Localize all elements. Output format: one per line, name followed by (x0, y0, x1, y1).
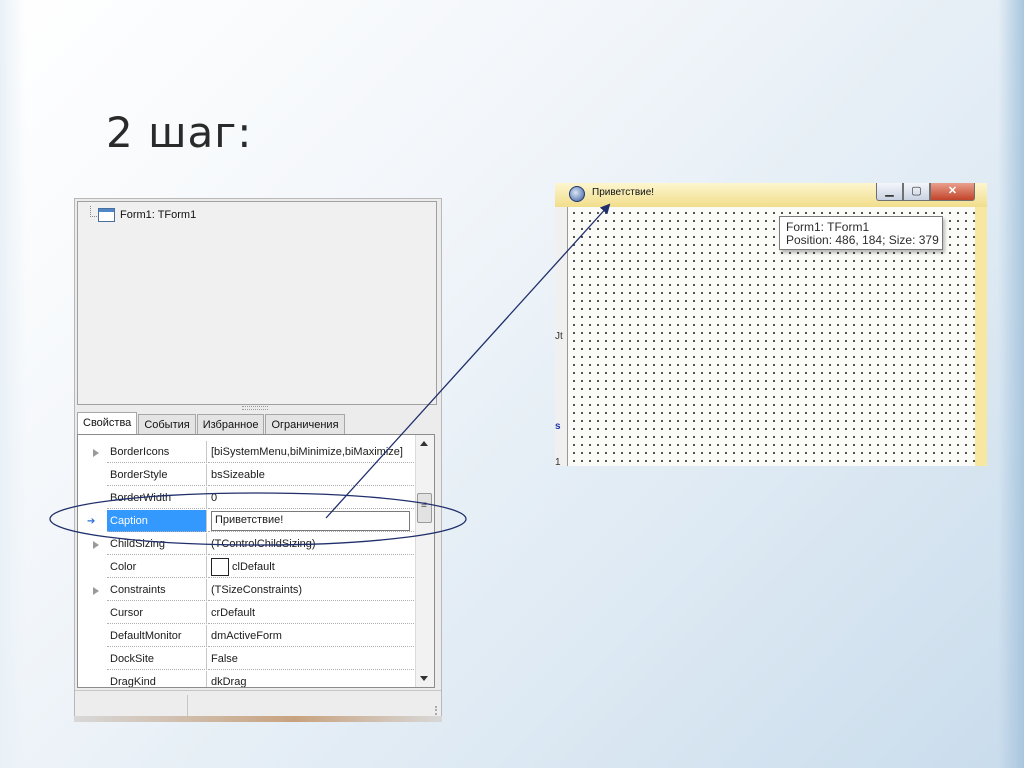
form-icon (98, 208, 115, 222)
property-row-bordericons[interactable]: BorderIcons [biSystemMenu,biMinimize,biM… (78, 441, 414, 464)
property-row-dragkind[interactable]: DragKind dkDrag (78, 671, 414, 687)
scroll-thumb[interactable] (417, 493, 432, 523)
property-grid: BorderIcons [biSystemMenu,biMinimize,biM… (77, 434, 435, 688)
property-value: clDefault (232, 561, 275, 573)
window-titlebar[interactable]: Приветствие! ▁ ▢ ✕ (555, 183, 987, 207)
expand-arrow-icon[interactable] (93, 541, 99, 549)
scroll-down-arrow-icon[interactable] (420, 676, 428, 681)
property-row-defaultmonitor[interactable]: DefaultMonitor dmActiveForm (78, 625, 414, 648)
property-row-childsizing[interactable]: ChildSizing (TControlChildSizing) (78, 533, 414, 556)
row-gutter (78, 648, 106, 671)
property-row-color[interactable]: Color clDefault (78, 556, 414, 579)
close-button[interactable]: ✕ (930, 183, 975, 201)
row-gutter (78, 533, 106, 556)
property-row-borderwidth[interactable]: BorderWidth 0 (78, 487, 414, 510)
pane-splitter[interactable] (77, 405, 437, 411)
window-border (975, 207, 987, 466)
property-value[interactable]: dmActiveForm (208, 625, 414, 647)
property-name: DockSite (107, 648, 207, 670)
property-value[interactable]: 0 (208, 487, 414, 509)
splitter-grip (242, 406, 268, 410)
row-gutter (78, 464, 106, 487)
object-inspector: Form1: TForm1 Свойства События Избранное… (74, 198, 442, 722)
row-gutter (78, 671, 106, 687)
property-name: DefaultMonitor (107, 625, 207, 647)
caption-edit-field[interactable]: Приветствие! (211, 511, 410, 531)
property-value-cell: Приветствие! (208, 510, 414, 532)
close-icon: ✕ (947, 185, 958, 197)
property-row-constraints[interactable]: Constraints (TSizeConstraints) (78, 579, 414, 602)
scroll-up-arrow-icon[interactable] (420, 441, 428, 446)
property-row-cursor[interactable]: Cursor crDefault (78, 602, 414, 625)
property-name: DragKind (107, 671, 207, 687)
inspector-tabs: Свойства События Избранное Ограничения (77, 412, 346, 438)
editor-fragment: s (555, 421, 561, 432)
property-value[interactable]: crDefault (208, 602, 414, 624)
row-gutter (78, 602, 106, 625)
row-gutter (78, 441, 106, 464)
property-value[interactable]: (TControlChildSizing) (208, 533, 414, 555)
property-value[interactable]: [biSystemMenu,biMinimize,biMaximize] (208, 441, 414, 463)
slide-right-edge (998, 0, 1024, 768)
property-name: Caption (107, 510, 207, 532)
color-swatch-icon (211, 558, 229, 577)
property-row-caption[interactable]: ➔ Caption Приветствие! (78, 510, 414, 533)
status-divider (187, 695, 188, 717)
property-name: ChildSizing (107, 533, 207, 555)
tree-node-form1[interactable]: Form1: TForm1 (98, 208, 196, 222)
background-editor-strip: Jt s 1 (555, 207, 567, 466)
background-strip (74, 716, 442, 722)
form-hint-tooltip: Form1: TForm1 Position: 486, 184; Size: … (779, 216, 943, 250)
property-value-cell[interactable]: clDefault (208, 556, 414, 578)
row-gutter: ➔ (78, 510, 106, 533)
hint-position: Position: 486, 184; Size: 379 (786, 233, 939, 247)
property-name: Constraints (107, 579, 207, 601)
property-row-borderstyle[interactable]: BorderStyle bsSizeable (78, 464, 414, 487)
row-gutter (78, 579, 106, 602)
component-tree: Form1: TForm1 (77, 201, 437, 405)
row-gutter (78, 625, 106, 648)
slide-title: 2 шаг: (106, 108, 253, 157)
property-value[interactable]: False (208, 648, 414, 670)
property-name: Color (107, 556, 207, 578)
maximize-button[interactable]: ▢ (903, 183, 930, 201)
property-grid-scrollbar[interactable] (415, 435, 434, 687)
form-designer-window: Приветствие! ▁ ▢ ✕ Jt s 1 Form1: TForm1 … (555, 183, 987, 466)
tree-node-label: Form1: TForm1 (120, 209, 197, 221)
expand-arrow-icon[interactable] (93, 587, 99, 595)
property-name: BorderIcons (107, 441, 207, 463)
editor-fragment: Jt (555, 331, 563, 342)
row-gutter (78, 556, 106, 579)
editor-fragment: 1 (555, 457, 561, 466)
property-value[interactable]: bsSizeable (208, 464, 414, 486)
property-value[interactable]: (TSizeConstraints) (208, 579, 414, 601)
window-title: Приветствие! (592, 187, 655, 198)
app-icon (569, 186, 585, 202)
maximize-icon: ▢ (911, 185, 922, 197)
row-gutter (78, 487, 106, 510)
property-row-docksite[interactable]: DockSite False (78, 648, 414, 671)
property-name: BorderStyle (107, 464, 207, 486)
minimize-icon: ▁ (885, 185, 894, 197)
property-name: Cursor (107, 602, 207, 624)
slide-left-edge (0, 0, 26, 768)
property-value[interactable]: dkDrag (208, 671, 414, 687)
expand-arrow-icon[interactable] (93, 449, 99, 457)
selected-row-arrow-icon: ➔ (87, 516, 96, 527)
property-name: BorderWidth (107, 487, 207, 509)
minimize-button[interactable]: ▁ (876, 183, 903, 201)
